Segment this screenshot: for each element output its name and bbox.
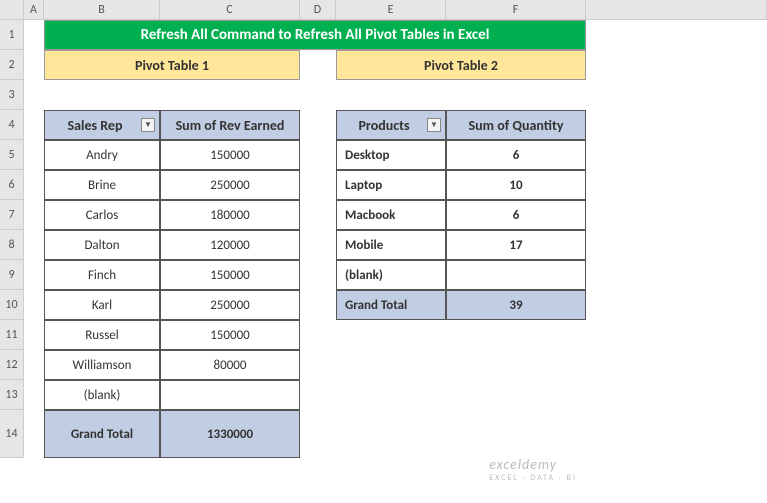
row-header-12[interactable]: 12	[0, 350, 24, 380]
watermark: exceldemy EXCEL · DATA · BI	[489, 456, 577, 483]
pt1-row-label[interactable]: Carlos	[44, 200, 160, 230]
row-header-11[interactable]: 11	[0, 320, 24, 350]
col-header-A[interactable]: A	[24, 0, 44, 20]
pt2-row-label[interactable]: Macbook	[336, 200, 446, 230]
spreadsheet: A B C D E F 1 2 3 4 5 6 7 8 9 10 11 12 1…	[0, 0, 767, 458]
row-header-8[interactable]: 8	[0, 230, 24, 260]
col-header-E[interactable]: E	[336, 0, 446, 20]
row-header-5[interactable]: 5	[0, 140, 24, 170]
row-header-2[interactable]: 2	[0, 50, 24, 80]
col-header-C[interactable]: C	[160, 0, 300, 20]
filter-dropdown-icon[interactable]: ▼	[141, 118, 155, 132]
row-header-7[interactable]: 7	[0, 200, 24, 230]
pt1-row-label[interactable]: Williamson	[44, 350, 160, 380]
pt1-header-sales-rep[interactable]: Sales Rep ▼	[44, 110, 160, 140]
row-header-13[interactable]: 13	[0, 380, 24, 410]
pt1-row-label[interactable]: Dalton	[44, 230, 160, 260]
pt1-header-label2: Sum of Rev Earned	[165, 117, 295, 134]
pt1-header-sum-rev: Sum of Rev Earned	[160, 110, 300, 140]
pt2-row-label[interactable]: Desktop	[336, 140, 446, 170]
pt1-row-value[interactable]: 250000	[160, 170, 300, 200]
pt1-header-label: Sales Rep	[49, 117, 141, 134]
pt2-row-value[interactable]: 6	[446, 140, 586, 170]
col-header-blank	[586, 0, 767, 20]
pt1-row-value[interactable]: 150000	[160, 140, 300, 170]
pt2-grand-total-value[interactable]: 39	[446, 290, 586, 320]
pt1-row-value[interactable]: 250000	[160, 290, 300, 320]
col-header-D[interactable]: D	[300, 0, 336, 20]
pt1-grand-total-label[interactable]: Grand Total	[44, 410, 160, 458]
pt2-row-label[interactable]: (blank)	[336, 260, 446, 290]
row-header-14[interactable]: 14	[0, 410, 24, 458]
pt2-header-label: Products	[341, 117, 427, 134]
pt1-row-label[interactable]: Brine	[44, 170, 160, 200]
pt1-row-value[interactable]	[160, 380, 300, 410]
pivot-table-2-title: Pivot Table 2	[336, 50, 586, 80]
pt2-row-value[interactable]: 10	[446, 170, 586, 200]
pt2-row-label[interactable]: Mobile	[336, 230, 446, 260]
pt1-row-value[interactable]: 150000	[160, 320, 300, 350]
row-header-10[interactable]: 10	[0, 290, 24, 320]
row-header-6[interactable]: 6	[0, 170, 24, 200]
pt1-row-value[interactable]: 80000	[160, 350, 300, 380]
pt1-row-label[interactable]: Russel	[44, 320, 160, 350]
col-header-F[interactable]: F	[446, 0, 586, 20]
watermark-tag: EXCEL · DATA · BI	[489, 473, 577, 483]
pt1-row-value[interactable]: 120000	[160, 230, 300, 260]
pt1-row-label[interactable]: (blank)	[44, 380, 160, 410]
row-header-1[interactable]: 1	[0, 20, 24, 50]
filter-dropdown-icon[interactable]: ▼	[427, 118, 441, 132]
pt2-row-value[interactable]	[446, 260, 586, 290]
pt1-grand-total-value[interactable]: 1330000	[160, 410, 300, 458]
pt2-header-label2: Sum of Quantity	[451, 117, 581, 134]
page-title-banner: Refresh All Command to Refresh All Pivot…	[44, 20, 586, 50]
col-header-B[interactable]: B	[44, 0, 160, 20]
row-header-4[interactable]: 4	[0, 110, 24, 140]
pt1-row-label[interactable]: Finch	[44, 260, 160, 290]
pivot-table-1-title: Pivot Table 1	[44, 50, 300, 80]
pt2-header-sum-qty: Sum of Quantity	[446, 110, 586, 140]
watermark-brand: exceldemy	[489, 456, 557, 473]
pt2-header-products[interactable]: Products ▼	[336, 110, 446, 140]
pt2-row-value[interactable]: 17	[446, 230, 586, 260]
pt2-row-value[interactable]: 6	[446, 200, 586, 230]
row-header-3[interactable]: 3	[0, 80, 24, 110]
pt1-row-value[interactable]: 150000	[160, 260, 300, 290]
row-header-9[interactable]: 9	[0, 260, 24, 290]
pt1-row-label[interactable]: Andry	[44, 140, 160, 170]
pt1-row-label[interactable]: Karl	[44, 290, 160, 320]
pt2-grand-total-label[interactable]: Grand Total	[336, 290, 446, 320]
select-all-corner[interactable]	[0, 0, 24, 20]
pt2-row-label[interactable]: Laptop	[336, 170, 446, 200]
pt1-row-value[interactable]: 180000	[160, 200, 300, 230]
